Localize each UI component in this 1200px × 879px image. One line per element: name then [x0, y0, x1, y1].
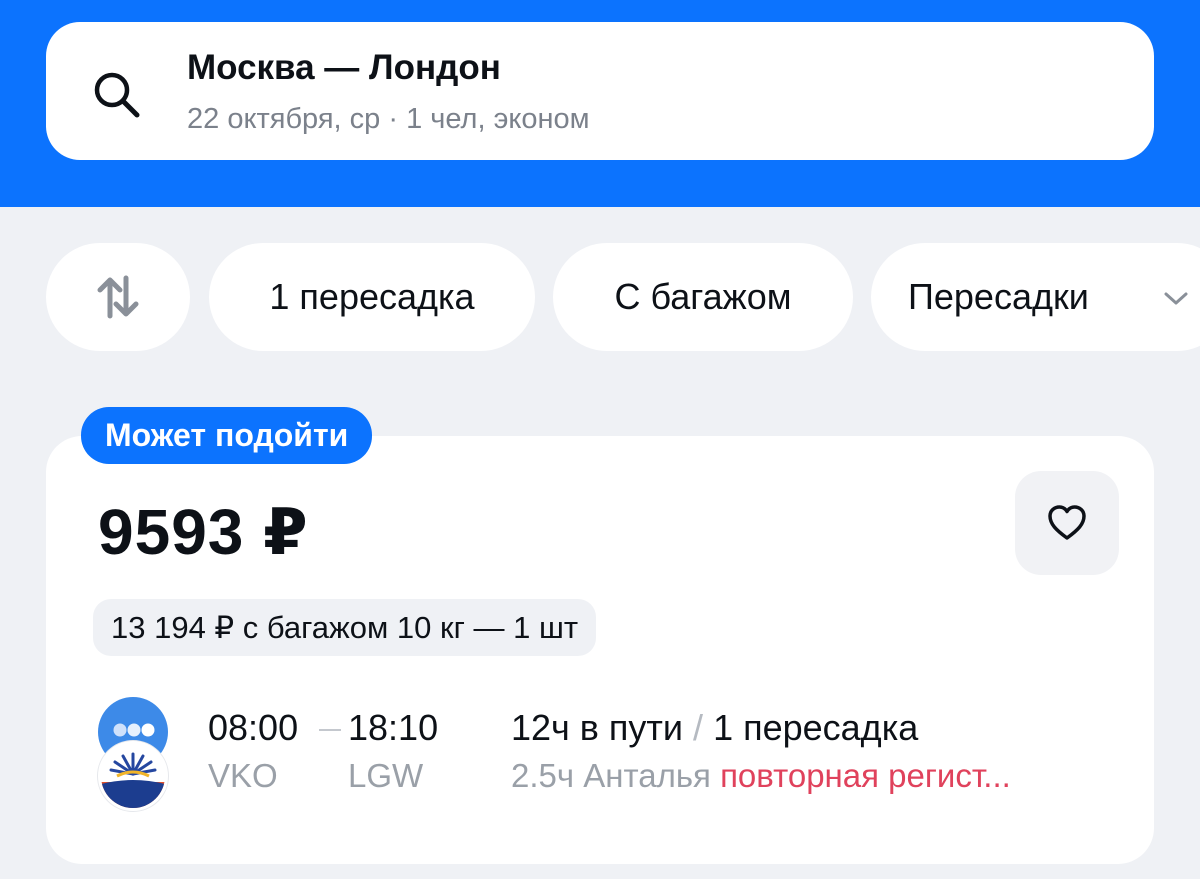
heart-icon [1048, 505, 1086, 540]
filter-chip-stops-label: Пересадки [908, 276, 1089, 317]
recommendation-badge: Может подойти [81, 407, 373, 464]
layover-info: 2.5ч Анталья повторная регист... [511, 757, 1011, 795]
sort-button[interactable] [46, 243, 190, 351]
chevron-down-icon [1164, 292, 1188, 305]
search-details[interactable]: 22 октября, ср · 1 чел, эконом [187, 103, 590, 136]
flight-summary: 12ч в пути / 1 пересадка [511, 707, 918, 749]
time-separator [319, 729, 341, 731]
departure-time: 08:00 [208, 707, 299, 748]
favorite-button[interactable] [1015, 471, 1119, 575]
airline-logo [98, 741, 168, 811]
layover-warning: повторная регист... [720, 757, 1011, 794]
filter-chip-one-stop[interactable]: 1 пересадка [209, 243, 535, 351]
flight-duration: 12ч в пути [511, 707, 684, 748]
arrival-time: 18:10 [348, 707, 439, 748]
summary-separator: / [693, 707, 704, 748]
departure-airport: VKO [208, 757, 278, 794]
route-title[interactable]: Москва — Лондон [187, 48, 501, 88]
arrival-airport: LGW [348, 757, 424, 794]
search-summary[interactable] [46, 22, 1154, 160]
filter-chip-stops[interactable]: Пересадки [871, 243, 1200, 351]
layover-details: 2.5ч Анталья [511, 757, 711, 794]
stops-count: 1 пересадка [713, 707, 919, 748]
search-icon[interactable] [88, 66, 144, 122]
flight-price: 9593 ₽ [98, 496, 309, 568]
baggage-price-option[interactable]: 13 194 ₽ с багажом 10 кг — 1 шт [93, 599, 597, 656]
filter-chip-baggage[interactable]: С багажом [553, 243, 853, 351]
sort-arrows-icon [97, 275, 139, 319]
